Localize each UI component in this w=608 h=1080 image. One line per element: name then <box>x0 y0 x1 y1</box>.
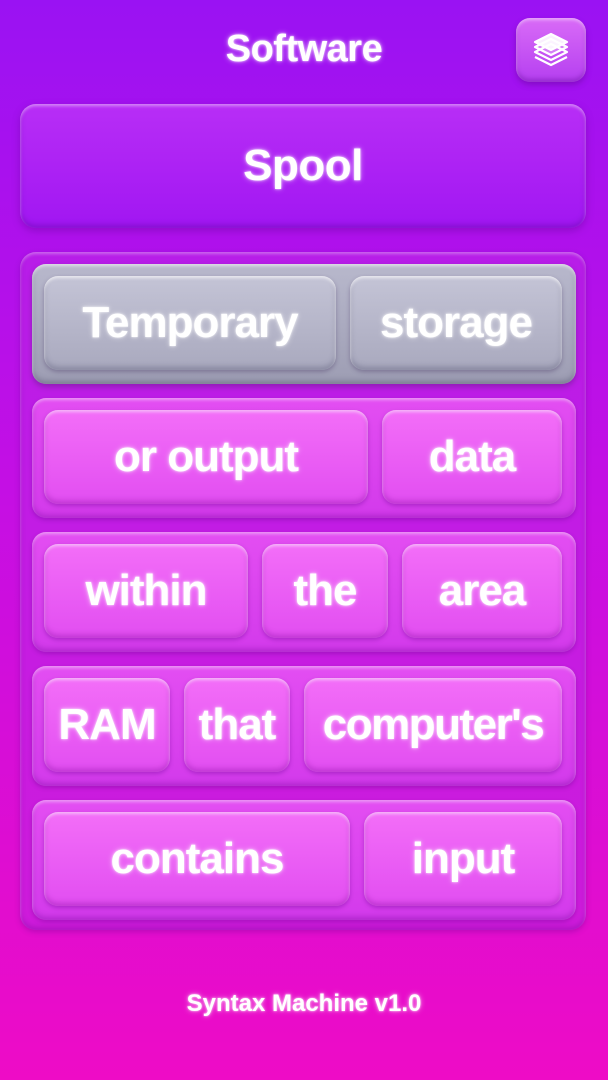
card-deck-icon <box>533 32 569 67</box>
word-tile[interactable]: input <box>364 812 562 906</box>
word-tile[interactable]: the <box>262 544 388 638</box>
sentence-row-5[interactable]: contains input <box>32 800 576 920</box>
sentence-row-2[interactable]: or output data <box>32 398 576 518</box>
word-tile[interactable]: computer's <box>304 678 562 772</box>
word-tile[interactable]: or output <box>44 410 368 504</box>
word-tile[interactable]: area <box>402 544 562 638</box>
word-tile[interactable]: data <box>382 410 562 504</box>
word-tile[interactable]: storage <box>350 276 562 370</box>
word-tile[interactable]: that <box>184 678 290 772</box>
sentence-row-3[interactable]: within the area <box>32 532 576 652</box>
sentence-row-1[interactable]: Temporary storage <box>32 264 576 384</box>
version-label: Syntax Machine v1.0 <box>186 990 422 1017</box>
word-tile[interactable]: Temporary <box>44 276 336 370</box>
word-tile[interactable]: contains <box>44 812 350 906</box>
target-word: Spool <box>243 141 363 190</box>
word-tile[interactable]: RAM <box>44 678 170 772</box>
deck-button[interactable] <box>516 18 586 82</box>
word-tile[interactable]: within <box>44 544 248 638</box>
target-word-box: Spool <box>20 104 586 228</box>
sentence-row-4[interactable]: RAM that computer's <box>32 666 576 786</box>
